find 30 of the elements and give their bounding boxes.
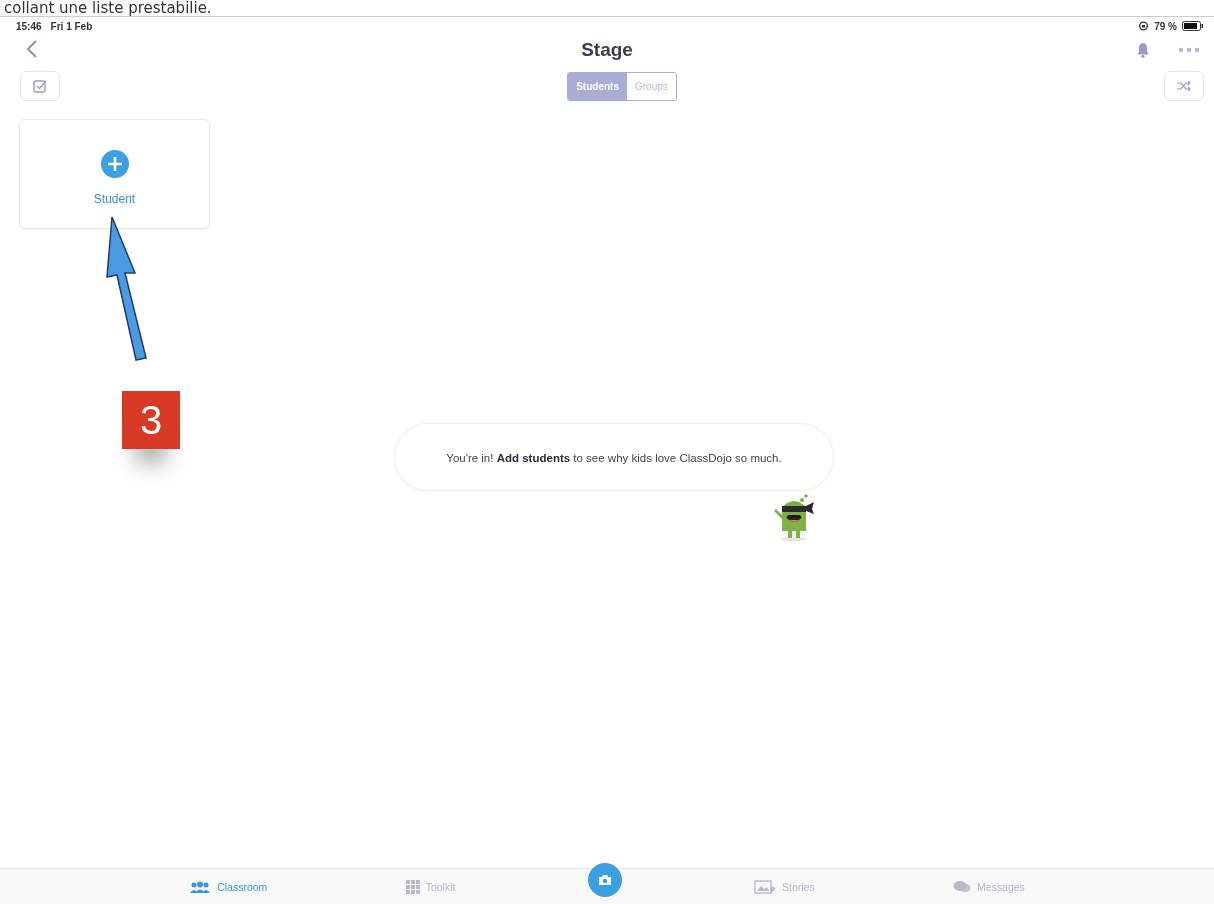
battery-icon xyxy=(1182,21,1204,31)
rotation-lock-icon xyxy=(1138,21,1150,31)
plus-icon xyxy=(100,149,129,178)
add-student-card[interactable]: Student xyxy=(19,119,210,229)
shuffle-button[interactable] xyxy=(1164,71,1204,101)
segment-tab[interactable]: Students xyxy=(568,72,627,100)
notification-bell-icon[interactable] xyxy=(1136,42,1150,58)
welcome-message: You're in! Add students to see why kids love ClassDojo so much. xyxy=(446,452,782,464)
step-number-badge: 3 xyxy=(122,391,180,449)
chat-bubbles-icon xyxy=(952,879,971,894)
shuffle-icon xyxy=(1177,81,1191,91)
select-button[interactable] xyxy=(20,71,60,101)
tab-item[interactable]: Stories xyxy=(748,878,821,895)
status-date: Fri 1 Feb xyxy=(50,20,93,32)
tab-item[interactable]: Classroom xyxy=(183,879,274,894)
page-title: Stage xyxy=(581,39,633,61)
camera-button[interactable] xyxy=(587,862,622,897)
more-icon[interactable] xyxy=(1178,47,1200,53)
people-icon xyxy=(189,880,212,893)
grid-icon xyxy=(405,879,420,894)
tab-item[interactable]: Toolkit xyxy=(399,878,462,895)
checkbox-icon xyxy=(33,79,47,93)
battery-percent: 79 % xyxy=(1154,20,1177,32)
monster-mascot-drawing xyxy=(772,493,816,541)
camera-icon xyxy=(597,873,612,886)
back-chevron-icon xyxy=(26,38,38,59)
picture-heart-icon xyxy=(754,879,776,894)
caption-text: collant une liste prestabilie. xyxy=(0,0,1214,17)
tab-item[interactable]: Messages xyxy=(946,878,1031,895)
status-time: 15:46 xyxy=(16,20,42,32)
